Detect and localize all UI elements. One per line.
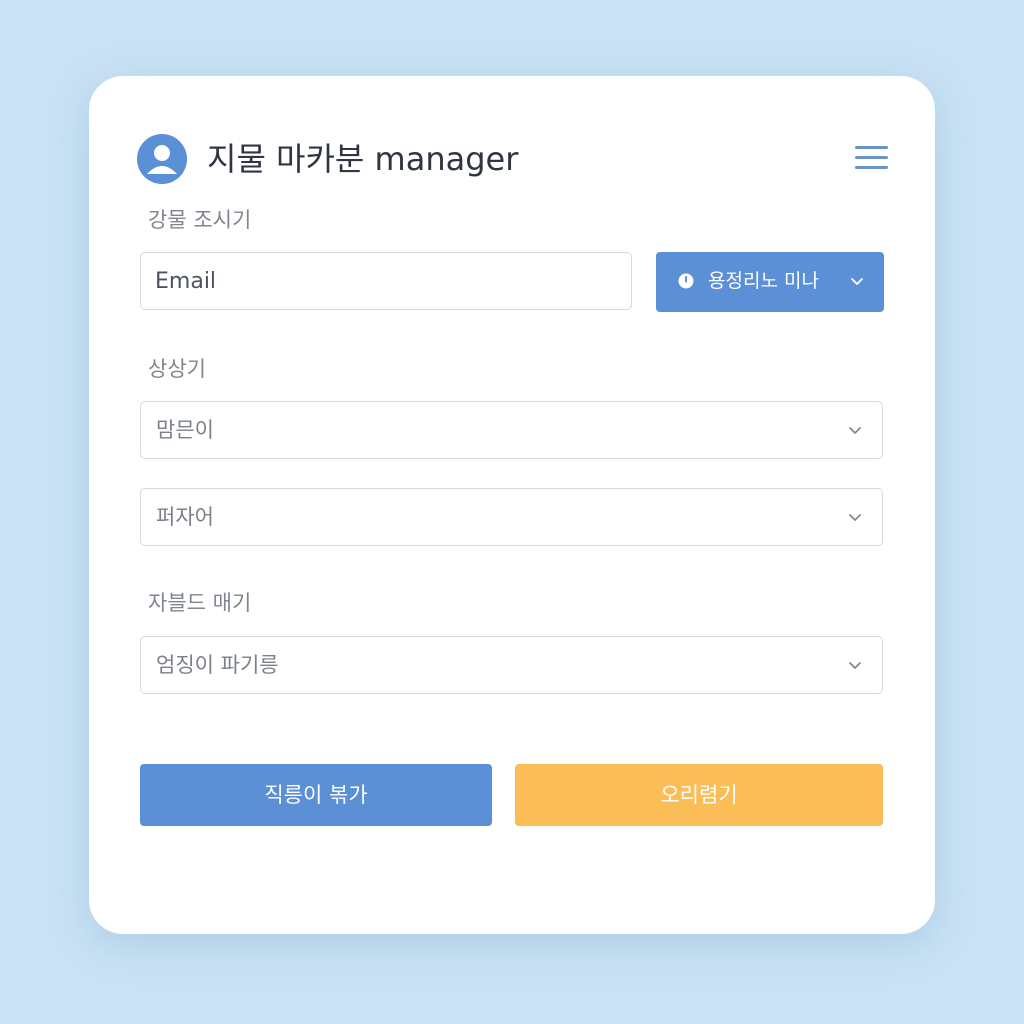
user-avatar-icon[interactable] bbox=[137, 134, 187, 184]
section-label-3: 자블드 매기 bbox=[148, 591, 252, 615]
select-field-2-value: 퍼자어 bbox=[156, 505, 214, 529]
chevron-down-icon bbox=[849, 514, 861, 521]
form-card: 지물 마카분 manager 강물 조시기 용정리노 미나 상상기 맘믄이 퍼자… bbox=[89, 76, 935, 934]
select-field-1[interactable]: 맘믄이 bbox=[140, 401, 883, 459]
secondary-action-button[interactable]: 오리렴기 bbox=[515, 764, 883, 826]
select-field-1-value: 맘믄이 bbox=[156, 418, 214, 442]
hamburger-menu-icon[interactable] bbox=[855, 144, 889, 172]
select-field-3[interactable]: 엄징이 파기릉 bbox=[140, 636, 883, 694]
clock-icon bbox=[678, 273, 694, 289]
chevron-down-icon bbox=[849, 662, 861, 669]
section-label-1: 강물 조시기 bbox=[148, 208, 252, 232]
email-input[interactable] bbox=[140, 252, 632, 310]
chevron-down-icon bbox=[851, 278, 863, 285]
section-label-2: 상상기 bbox=[148, 357, 206, 381]
select-field-3-value: 엄징이 파기릉 bbox=[156, 653, 279, 677]
chevron-down-icon bbox=[849, 427, 861, 434]
primary-action-button[interactable]: 직릉이 볶가 bbox=[140, 764, 492, 826]
card-header: 지물 마카분 manager bbox=[137, 134, 889, 186]
status-dropdown[interactable]: 용정리노 미나 bbox=[656, 252, 884, 312]
select-field-2[interactable]: 퍼자어 bbox=[140, 488, 883, 546]
status-dropdown-label: 용정리노 미나 bbox=[708, 270, 819, 292]
app-title: 지물 마카분 manager bbox=[207, 140, 519, 178]
